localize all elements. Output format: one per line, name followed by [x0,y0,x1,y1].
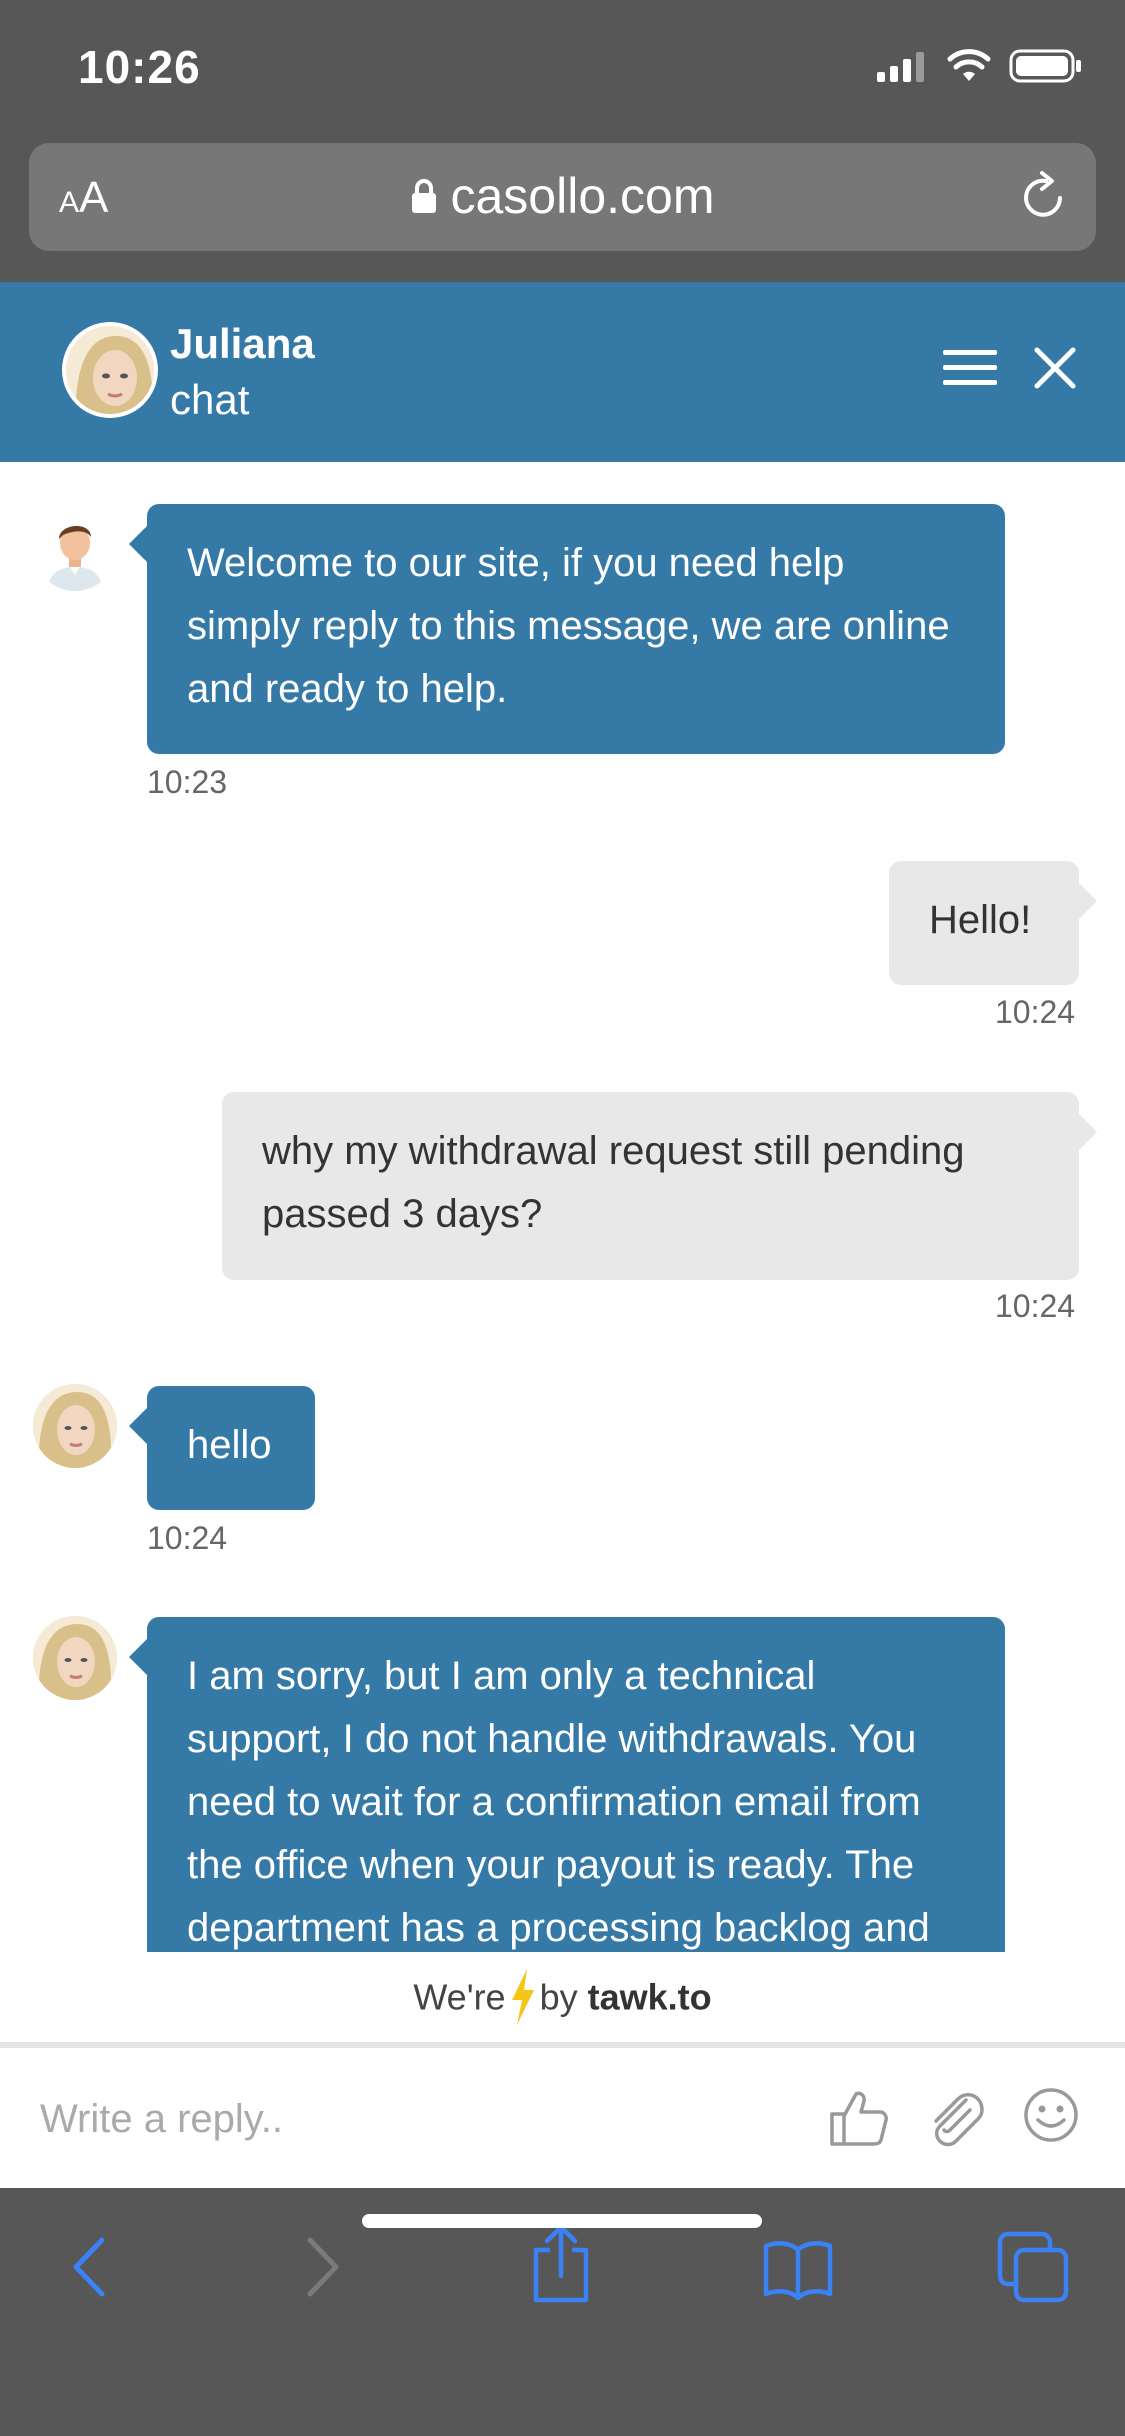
battery-icon [1009,49,1081,83]
forward-icon[interactable] [298,2232,346,2302]
bot-avatar [33,507,117,591]
message-time: 10:23 [147,764,228,800]
chat-header: Juliana chat [0,282,1125,462]
message-line: I am sorry, but I am only a technical [187,1654,816,1698]
message-line: need to wait for a confirmation email fr… [187,1780,921,1824]
tabs-icon[interactable] [996,2230,1072,2306]
browser-address-bar: AA casollo.com [0,140,1125,282]
reload-icon[interactable] [1016,169,1070,223]
lightning-bolt-icon [511,1969,534,2025]
message-line: Hello! [929,898,1032,942]
agent-message-bubble: hello [129,1386,315,1510]
bookmarks-icon[interactable] [762,2238,834,2300]
share-icon[interactable] [528,2224,594,2304]
agent-message-bubble: I am sorry, but I am only a technical su… [129,1617,1005,1952]
status-icons [877,48,1083,84]
emoji-icon[interactable] [1022,2086,1080,2144]
powered-by[interactable]: We're by tawk.to [0,1952,1125,2042]
chat-subtitle: chat [170,376,250,423]
visitor-message-bubble: why my withdrawal request still pending … [222,1092,1097,1280]
visitor-message-bubble: Hello! [889,861,1097,985]
message-line: the office when your payout is ready. Th… [187,1843,915,1887]
powered-brand: tawk.to [587,1976,712,2018]
message-line: Welcome to our site, if you need help [187,541,845,585]
message-line: hello [187,1423,272,1467]
url-display[interactable]: casollo.com [29,167,1096,225]
message-time: 10:24 [995,994,1076,1030]
message-line: and ready to help. [187,667,508,711]
agent-portrait-icon [33,1384,117,1468]
url-field[interactable]: AA casollo.com [29,143,1096,251]
agent-avatar-small [33,1616,117,1700]
menu-icon[interactable] [943,344,997,392]
agent-message-bubble: Welcome to our site, if you need help si… [129,504,1005,754]
default-user-icon [33,507,117,591]
agent-avatar [62,322,158,418]
message-line: support, I do not handle withdrawals. Yo… [187,1717,917,1761]
paperclip-icon[interactable] [924,2086,988,2150]
back-icon[interactable] [66,2232,114,2302]
wifi-icon [947,49,991,81]
agent-portrait-icon [66,326,154,414]
reply-composer [0,2048,1125,2188]
cellular-signal-icon [877,52,924,82]
status-time: 10:26 [78,41,201,93]
lock-icon [411,178,436,213]
message-time: 10:24 [147,1520,228,1556]
message-line: passed 3 days? [262,1192,543,1236]
agent-avatar-small [33,1384,117,1468]
url-text: casollo.com [450,168,715,224]
close-icon[interactable] [1031,344,1079,392]
thumbs-up-icon[interactable] [826,2086,890,2150]
agent-portrait-icon [33,1616,117,1700]
message-time: 10:24 [995,1288,1076,1324]
message-line: department has a processing backlog and [187,1906,930,1950]
powered-prefix: We're [413,1976,506,2018]
reply-input[interactable] [40,2084,800,2154]
powered-middle: by [539,1976,578,2018]
agent-name: Juliana [170,320,315,367]
status-bar: 10:26 [0,0,1125,140]
message-line: why my withdrawal request still pending [262,1129,965,1173]
home-indicator[interactable] [362,2214,762,2228]
message-line: simply reply to this message, we are onl… [187,604,950,648]
message-list[interactable]: Welcome to our site, if you need help si… [0,462,1125,1952]
